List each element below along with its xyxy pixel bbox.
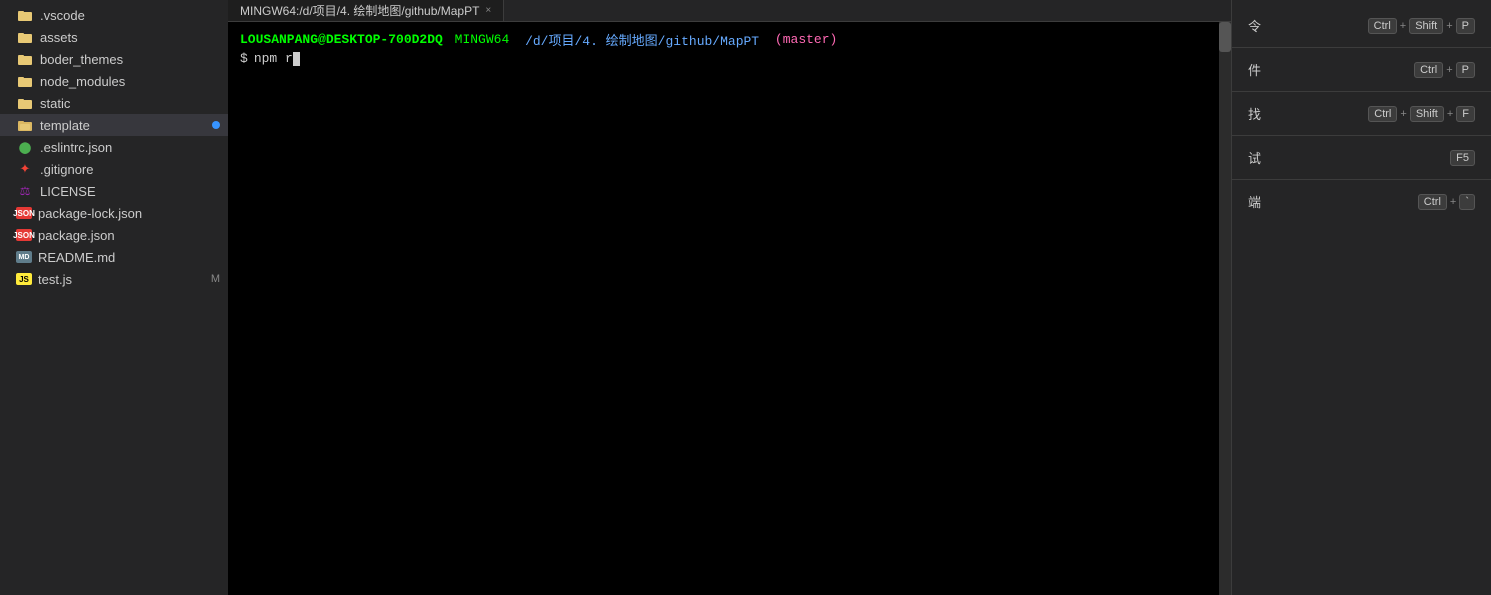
prompt-user: LOUSANPANG@DESKTOP-700D2DQ [240, 32, 443, 47]
folder-icon [16, 6, 34, 24]
sidebar-item-vscode[interactable]: .vscode [0, 4, 228, 26]
js-icon: JS [16, 273, 32, 285]
right-panel-divider [1232, 135, 1491, 136]
kbd-combo-2: Ctrl + P [1414, 62, 1475, 78]
prompt-space2 [763, 32, 771, 47]
right-panel: 令 Ctrl + Shift + P 件 Ctrl + P 找 Ctrl + S… [1231, 0, 1491, 595]
kbd-combo-4: F5 [1450, 150, 1475, 166]
prompt-branch: (master) [775, 32, 837, 47]
sidebar-item-label: template [40, 118, 212, 133]
right-panel-item-5: 端 Ctrl + ` [1232, 184, 1491, 219]
license-icon: ⚖ [16, 182, 34, 200]
sidebar-item-template[interactable]: template [0, 114, 228, 136]
kbd-shift: Shift [1410, 106, 1444, 122]
kbd-backtick: ` [1459, 194, 1475, 210]
prompt-at [445, 32, 453, 47]
sidebar-item-static[interactable]: static [0, 92, 228, 114]
sidebar-item-license[interactable]: ⚖ LICENSE [0, 180, 228, 202]
right-panel-label-5: 端 [1248, 192, 1418, 211]
right-panel-item-4: 试 F5 [1232, 140, 1491, 175]
folder-open-icon [16, 116, 34, 134]
sidebar-item-label: package.json [38, 228, 220, 243]
sidebar-item-eslintrc[interactable]: ⬤ .eslintrc.json [0, 136, 228, 158]
folder-icon [16, 72, 34, 90]
prompt-cmd: npm r [254, 51, 293, 66]
kbd-combo-1: Ctrl + Shift + P [1368, 18, 1475, 34]
kbd-plus: + [1450, 196, 1456, 208]
sidebar-item-label: package-lock.json [38, 206, 220, 221]
kbd-combo-3: Ctrl + Shift + F [1368, 106, 1475, 122]
sidebar-item-label: README.md [38, 250, 220, 265]
eslint-icon: ⬤ [16, 138, 34, 156]
kbd-p: P [1456, 62, 1475, 78]
right-panel-label-2: 件 [1248, 60, 1414, 79]
modified-badge [212, 121, 220, 129]
sidebar-item-label: node_modules [40, 74, 220, 89]
kbd-f: F [1456, 106, 1475, 122]
folder-icon [16, 94, 34, 112]
sidebar-item-readme[interactable]: MD README.md [0, 246, 228, 268]
sidebar-item-boder-themes[interactable]: boder_themes [0, 48, 228, 70]
sidebar-item-label: test.js [38, 272, 207, 287]
terminal-scrollbar-thumb[interactable] [1219, 22, 1231, 52]
sidebar-item-label: boder_themes [40, 52, 220, 67]
terminal-cmd-line: $ npm r [240, 51, 1219, 66]
sidebar-item-label: .gitignore [40, 162, 220, 177]
sidebar-item-testjs[interactable]: JS test.js M [0, 268, 228, 290]
folder-icon [16, 50, 34, 68]
kbd-plus: + [1400, 108, 1406, 120]
prompt-path: /d/项目/4. 绘制地图/github/MapPT [525, 30, 759, 49]
terminal-scrollbar[interactable] [1219, 22, 1231, 595]
right-panel-label-3: 找 [1248, 104, 1368, 123]
right-panel-label-4: 试 [1248, 148, 1450, 167]
terminal-area[interactable]: LOUSANPANG@DESKTOP-700D2DQ MINGW64 /d/项目… [228, 22, 1231, 595]
kbd-plus: + [1400, 20, 1406, 32]
right-panel-item-1: 令 Ctrl + Shift + P [1232, 8, 1491, 43]
kbd-ctrl: Ctrl [1418, 194, 1447, 210]
readme-icon: MD [16, 251, 32, 263]
kbd-ctrl: Ctrl [1368, 18, 1397, 34]
sidebar-item-label: assets [40, 30, 220, 45]
kbd-shift: Shift [1409, 18, 1443, 34]
close-tab-button[interactable]: × [485, 5, 491, 16]
terminal-cursor [293, 52, 300, 66]
sidebar-item-label: .eslintrc.json [40, 140, 220, 155]
sidebar-item-node-modules[interactable]: node_modules [0, 70, 228, 92]
prompt-mingw: MINGW64 [455, 32, 510, 47]
sidebar-item-label: .vscode [40, 8, 220, 23]
sidebar-item-gitignore[interactable]: ✦ .gitignore [0, 158, 228, 180]
right-panel-divider [1232, 91, 1491, 92]
terminal-tab-bar: MINGW64:/d/项目/4. 绘制地图/github/MapPT × [228, 0, 1231, 22]
sidebar-item-label: static [40, 96, 220, 111]
kbd-combo-5: Ctrl + ` [1418, 194, 1475, 210]
prompt-space [513, 32, 521, 47]
kbd-plus: + [1446, 20, 1452, 32]
sidebar-item-package[interactable]: JSON package.json [0, 224, 228, 246]
git-icon: ✦ [16, 160, 34, 178]
terminal-tab-label: MINGW64:/d/项目/4. 绘制地图/github/MapPT [240, 2, 479, 19]
terminal-tab[interactable]: MINGW64:/d/项目/4. 绘制地图/github/MapPT × [228, 0, 504, 21]
terminal-prompt-line: LOUSANPANG@DESKTOP-700D2DQ MINGW64 /d/项目… [240, 30, 1219, 49]
kbd-plus: + [1446, 64, 1452, 76]
sidebar-item-label: LICENSE [40, 184, 220, 199]
folder-icon [16, 28, 34, 46]
kbd-f5: F5 [1450, 150, 1475, 166]
right-panel-item-3: 找 Ctrl + Shift + F [1232, 96, 1491, 131]
sidebar-item-assets[interactable]: assets [0, 26, 228, 48]
kbd-ctrl: Ctrl [1368, 106, 1397, 122]
right-panel-divider [1232, 179, 1491, 180]
sidebar-item-package-lock[interactable]: JSON package-lock.json [0, 202, 228, 224]
kbd-plus: + [1447, 108, 1453, 120]
prompt-dollar: $ [240, 51, 248, 66]
right-panel-item-2: 件 Ctrl + P [1232, 52, 1491, 87]
kbd-p: P [1456, 18, 1475, 34]
sidebar: .vscode assets boder_themes node_modules… [0, 0, 228, 595]
right-panel-divider [1232, 47, 1491, 48]
main-area: MINGW64:/d/项目/4. 绘制地图/github/MapPT × LOU… [228, 0, 1231, 595]
right-panel-label-1: 令 [1248, 16, 1368, 35]
kbd-ctrl: Ctrl [1414, 62, 1443, 78]
git-status-badge: M [211, 273, 220, 285]
package-icon: JSON [16, 229, 32, 241]
package-lock-icon: JSON [16, 207, 32, 219]
